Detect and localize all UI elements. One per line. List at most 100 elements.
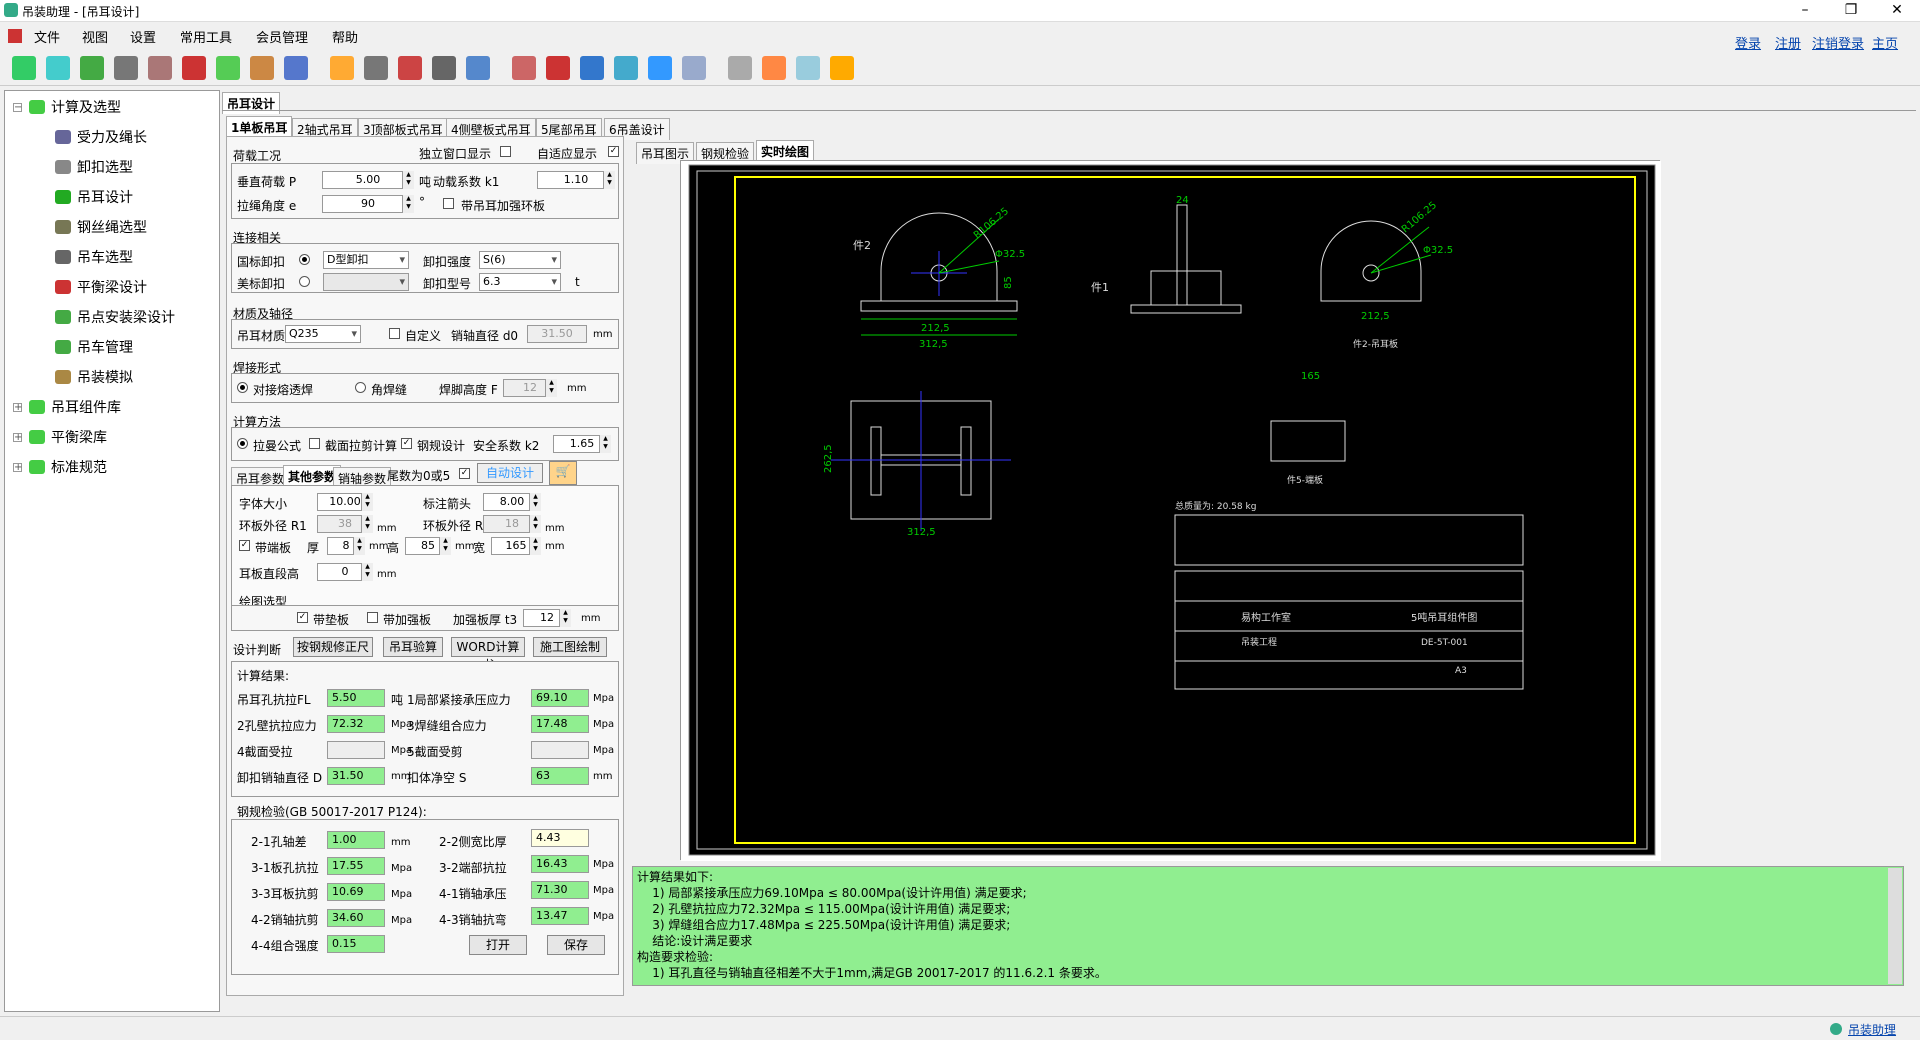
cart-icon[interactable] — [830, 56, 854, 80]
hook-icon[interactable] — [284, 56, 308, 80]
menu-tools[interactable]: 常用工具 — [180, 27, 232, 46]
font-spinner[interactable]: ▲ ▼ — [361, 493, 373, 511]
butt-radio[interactable] — [237, 382, 248, 393]
menu-help[interactable]: 帮助 — [332, 27, 358, 46]
vload-input[interactable]: 5.00 — [322, 171, 414, 189]
thick-spinner[interactable]: ▲ ▼ — [353, 537, 365, 555]
dyn-spinner[interactable]: ▲ ▼ — [603, 171, 615, 189]
tree-root-standards[interactable]: 标准规范 — [29, 457, 107, 477]
r1-spinner[interactable]: ▲ ▼ — [361, 515, 373, 533]
angle-input[interactable]: 90 — [322, 195, 414, 213]
log-scrollbar[interactable] — [1888, 868, 1902, 984]
word-report-button[interactable]: WORD计算书 — [451, 637, 525, 672]
checklist-icon[interactable] — [682, 56, 706, 80]
tree-item-beam[interactable]: 平衡梁设计 — [55, 277, 147, 297]
expand-icon[interactable]: + — [13, 463, 22, 473]
globe-icon[interactable] — [614, 56, 638, 80]
shackle-icon[interactable] — [46, 56, 70, 80]
steel-checkbox[interactable]: ✓ — [401, 438, 412, 449]
pin-input[interactable]: 31.50 — [527, 325, 587, 343]
ring-checkbox[interactable] — [443, 198, 454, 209]
wide-spinner[interactable]: ▲ ▼ — [529, 537, 541, 555]
pad-checkbox[interactable]: ✓ — [297, 612, 308, 623]
seg-spinner[interactable]: ▲ ▼ — [361, 563, 373, 581]
sole-checkbox[interactable]: ✓ — [239, 540, 250, 551]
tree-item-sim[interactable]: 吊装模拟 — [55, 367, 133, 387]
arc-icon[interactable] — [80, 56, 104, 80]
str-select[interactable]: S(6) — [479, 251, 561, 269]
calculator-icon[interactable] — [364, 56, 388, 80]
us-radio[interactable] — [299, 276, 310, 287]
high-spinner[interactable]: ▲ ▼ — [439, 537, 451, 555]
arrow-spinner[interactable]: ▲ ▼ — [529, 493, 541, 511]
anchor-icon[interactable] — [114, 56, 138, 80]
gears-icon[interactable] — [216, 56, 240, 80]
tree-item-force[interactable]: 受力及绳长 — [55, 127, 147, 147]
rib-thick-spinner[interactable]: ▲ ▼ — [559, 609, 571, 627]
tree-item-crane-mgmt[interactable]: 吊车管理 — [55, 337, 133, 357]
tree-root-calc[interactable]: 计算及选型 — [29, 97, 121, 117]
drawing-canvas[interactable]: R106.25 Φ32.5 件2 212,5 312,5 85 24 件1 R1… — [680, 160, 1661, 861]
adaptive-checkbox[interactable]: ✓ — [608, 146, 619, 157]
check-lug-button[interactable]: 吊耳验算 — [383, 637, 443, 657]
close-icon[interactable]: ✕ — [1874, 0, 1920, 22]
minimize-icon[interactable]: – — [1782, 0, 1828, 22]
wrench-icon[interactable] — [796, 56, 820, 80]
maximize-icon[interactable]: ❐ — [1828, 0, 1874, 22]
tree-root-lug-lib[interactable]: 吊耳组件库 — [29, 397, 121, 417]
tree-item-shackle[interactable]: 卸扣选型 — [55, 157, 133, 177]
pdf-icon[interactable] — [546, 56, 570, 80]
cut-icon[interactable] — [398, 56, 422, 80]
shear-checkbox[interactable] — [309, 438, 320, 449]
flag-icon[interactable] — [432, 56, 456, 80]
mat-select[interactable]: Q235 — [285, 325, 361, 343]
menu-file[interactable]: 文件 — [34, 27, 60, 46]
fix-size-button[interactable]: 按钢规修正尺 — [293, 637, 373, 657]
vload-spinner[interactable]: ▲ ▼ — [402, 171, 414, 189]
menu-member[interactable]: 会员管理 — [256, 27, 308, 46]
weld-height-spinner[interactable]: ▲ ▼ — [545, 379, 557, 397]
tree-item-lug[interactable]: 吊耳设计 — [55, 187, 133, 207]
menu-view[interactable]: 视图 — [82, 27, 108, 46]
tools-icon[interactable] — [250, 56, 274, 80]
custom-checkbox[interactable] — [389, 328, 400, 339]
lame-radio[interactable] — [237, 438, 248, 449]
warning-icon[interactable] — [182, 56, 206, 80]
rib-checkbox[interactable] — [367, 612, 378, 623]
gb-select[interactable]: D型卸扣 — [323, 251, 409, 269]
tree-item-install-beam[interactable]: 吊点安装梁设计 — [55, 307, 175, 327]
expand-icon[interactable]: + — [13, 433, 22, 443]
paint-icon[interactable] — [466, 56, 490, 80]
auto-design-button[interactable]: 自动设计 — [477, 463, 543, 483]
model-select[interactable]: 6.3 — [479, 273, 561, 291]
refresh-icon[interactable] — [12, 56, 36, 80]
tree-item-rope[interactable]: 钢丝绳选型 — [55, 217, 147, 237]
vtab-realtime[interactable]: 实时绘图 — [756, 140, 815, 162]
r0-spinner[interactable]: ▲ ▼ — [529, 515, 541, 533]
rigging-icon[interactable] — [148, 56, 172, 80]
register-icon[interactable] — [728, 56, 752, 80]
tail-checkbox[interactable]: ✓ — [459, 468, 470, 479]
fillet-radio[interactable] — [355, 382, 366, 393]
standalone-checkbox[interactable] — [500, 146, 511, 157]
expand-icon[interactable]: + — [13, 403, 22, 413]
pen-icon[interactable] — [330, 56, 354, 80]
sf-spinner[interactable]: ▲ ▼ — [599, 435, 611, 453]
tree-root-beam-lib[interactable]: 平衡梁库 — [29, 427, 107, 447]
text-icon[interactable] — [580, 56, 604, 80]
chat-icon[interactable] — [762, 56, 786, 80]
us-select[interactable] — [323, 273, 409, 291]
subtab-single[interactable]: 1单板吊耳 — [226, 116, 293, 138]
angle-spinner[interactable]: ▲ ▼ — [402, 195, 414, 213]
collapse-icon[interactable]: − — [13, 103, 22, 113]
cart-icon[interactable]: 🛒 — [549, 461, 577, 485]
chart-icon[interactable] — [648, 56, 672, 80]
open-button[interactable]: 打开 — [469, 935, 527, 955]
brush-icon[interactable] — [512, 56, 536, 80]
app-menu-icon[interactable] — [8, 29, 22, 43]
tree-item-crane[interactable]: 吊车选型 — [55, 247, 133, 267]
menu-settings[interactable]: 设置 — [130, 27, 156, 46]
save-button[interactable]: 保存 — [547, 935, 605, 955]
gb-radio[interactable] — [299, 254, 310, 265]
status-link[interactable]: 吊装助理 — [1848, 1021, 1896, 1038]
